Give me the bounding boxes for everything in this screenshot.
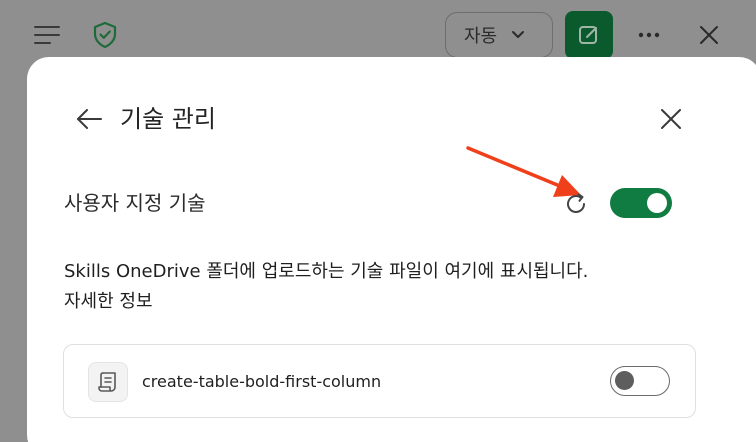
manage-skills-panel: 기술 관리 사용자 지정 기술 Skills OneDrive 폴더에 업로드하… <box>27 57 756 442</box>
description-text: Skills OneDrive 폴더에 업로드하는 기술 파일이 여기에 표시됩… <box>64 261 589 282</box>
skill-name: create-table-bold-first-column <box>142 372 382 391</box>
more-icon[interactable] <box>632 20 666 50</box>
arrow-left-icon <box>77 109 102 129</box>
refresh-icon <box>567 193 585 213</box>
edit-note-icon <box>579 26 597 44</box>
panel-title: 기술 관리 <box>120 105 216 133</box>
toggle-knob <box>647 193 667 213</box>
toggle-knob <box>615 371 634 390</box>
mode-label: 자동 <box>464 26 498 47</box>
mode-dropdown[interactable]: 자동 <box>445 12 553 58</box>
skill-toggle[interactable] <box>610 366 670 396</box>
close-icon <box>661 109 681 129</box>
custom-skills-toggle[interactable] <box>610 188 672 218</box>
custom-skills-label: 사용자 지정 기술 <box>64 191 206 215</box>
skills-description: Skills OneDrive 폴더에 업로드하는 기술 파일이 여기에 표시됩… <box>64 257 704 317</box>
hamburger-menu-icon[interactable] <box>30 20 64 50</box>
learn-more-link[interactable]: 자세한 정보 <box>64 287 704 317</box>
back-button[interactable] <box>71 101 107 137</box>
chevron-down-icon <box>511 30 525 40</box>
shield-check-icon[interactable] <box>88 18 122 52</box>
new-chat-button[interactable] <box>565 11 613 59</box>
script-icon <box>88 362 128 402</box>
skill-card: create-table-bold-first-column <box>63 344 696 418</box>
close-button[interactable] <box>653 101 689 137</box>
app-toolbar: 자동 <box>0 0 756 64</box>
refresh-button[interactable] <box>560 188 592 220</box>
close-icon[interactable] <box>692 18 726 52</box>
